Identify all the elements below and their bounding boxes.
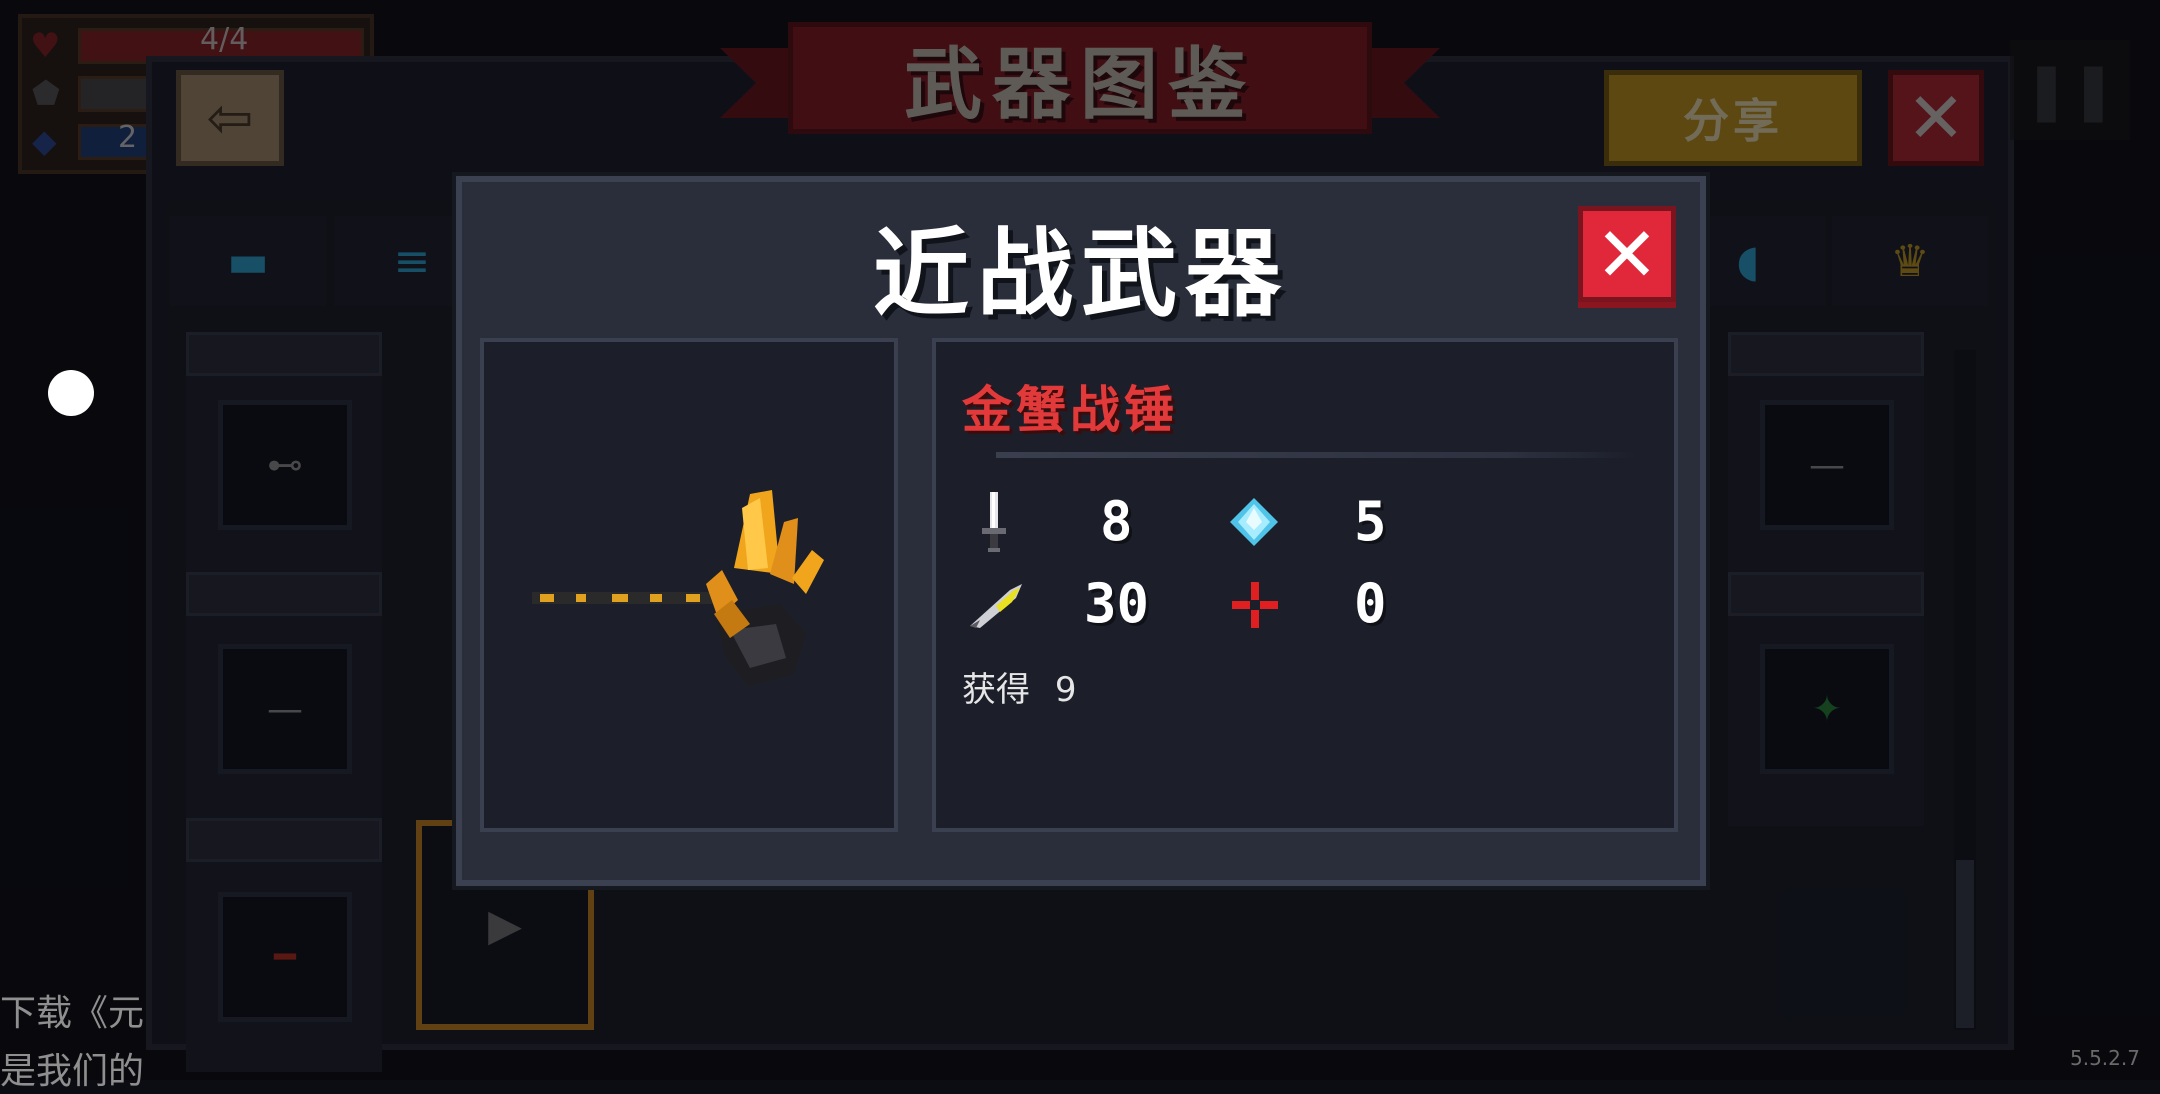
spread-value: 0 bbox=[1354, 572, 1387, 635]
scrollbar-thumb[interactable] bbox=[1956, 860, 1974, 1028]
obtain-label: 获得 bbox=[962, 670, 1030, 710]
energy-text: 2 bbox=[118, 120, 138, 155]
sword-icon bbox=[982, 492, 1006, 552]
ticker-line-2: 是我们的 bbox=[0, 1051, 145, 1092]
codex-title-banner: 武器图鉴 bbox=[788, 22, 1372, 134]
crosshair-icon bbox=[1232, 582, 1278, 628]
modal-title: 近战武器 bbox=[873, 218, 1289, 330]
modal-close-button[interactable]: ✕ bbox=[1578, 206, 1676, 302]
diamond-icon bbox=[1230, 498, 1278, 546]
back-button[interactable]: ⇦ bbox=[176, 70, 284, 166]
slot-cap bbox=[1728, 572, 1924, 616]
weapon-preview-panel bbox=[480, 338, 898, 832]
tab-crown[interactable]: ♛ bbox=[1832, 216, 1988, 306]
shield-icon: ⬟ bbox=[32, 74, 60, 112]
crit-value: 30 bbox=[1084, 572, 1150, 635]
share-label: 分享 bbox=[1683, 94, 1783, 148]
weapon-slot[interactable]: ✦ bbox=[1760, 644, 1894, 774]
energy-value: 5 bbox=[1354, 490, 1387, 553]
share-button[interactable]: 分享 bbox=[1604, 70, 1862, 166]
weapon-slot[interactable]: — bbox=[218, 644, 352, 774]
heart-icon: ♥ bbox=[30, 26, 61, 66]
ticker-line-1: 下载《元 bbox=[0, 993, 145, 1034]
pause-icon[interactable]: ❚❚ bbox=[2010, 40, 2130, 140]
version-label: 5.5.2.7 bbox=[2070, 1046, 2140, 1070]
mana-icon: ◆ bbox=[32, 122, 57, 160]
codex-close-button[interactable]: ✕ bbox=[1888, 70, 1984, 166]
touch-indicator bbox=[48, 370, 94, 416]
codex-title: 武器图鉴 bbox=[903, 40, 1256, 130]
weapon-slot[interactable]: ━ bbox=[218, 892, 352, 1022]
tab-pistol[interactable]: ▬ bbox=[170, 216, 326, 306]
obtain-number: 9 bbox=[1054, 670, 1077, 710]
gold-crab-hammer-icon bbox=[532, 490, 824, 686]
obtain-count: 获得 9 bbox=[962, 662, 1076, 711]
slot-cap bbox=[186, 818, 382, 862]
close-icon: ✕ bbox=[1906, 77, 1966, 159]
weapon-name: 金蟹战锤 bbox=[962, 381, 1178, 439]
ticker-text: 下载《元 是我们的 bbox=[0, 984, 144, 1094]
close-icon: ✕ bbox=[1595, 209, 1659, 299]
slot-cap bbox=[186, 572, 382, 616]
slot-cap bbox=[186, 332, 382, 376]
damage-value: 8 bbox=[1100, 490, 1133, 553]
divider bbox=[996, 452, 1636, 458]
weapon-slot[interactable]: ⊷ bbox=[218, 400, 352, 530]
back-arrow-icon: ⇦ bbox=[206, 85, 254, 151]
hp-text: 4/4 bbox=[200, 22, 249, 57]
weapon-slot[interactable]: — bbox=[1760, 400, 1894, 530]
slot-cap bbox=[1728, 332, 1924, 376]
feather-icon bbox=[970, 584, 1022, 628]
